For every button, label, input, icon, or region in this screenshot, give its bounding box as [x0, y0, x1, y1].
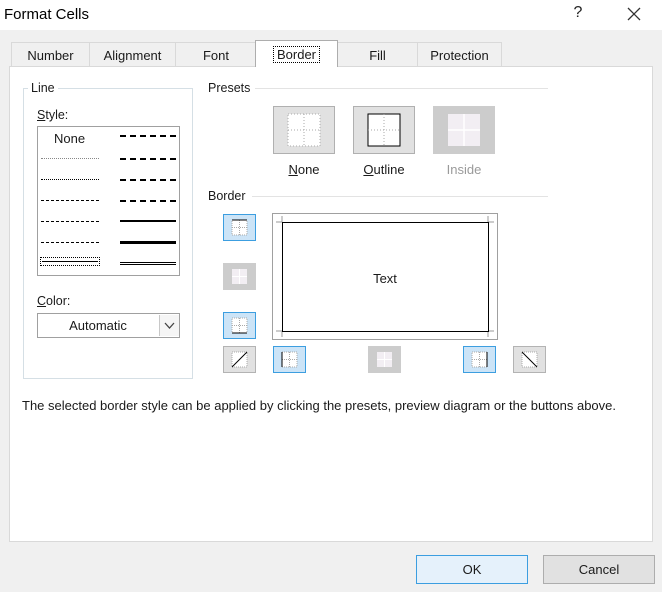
tab-border-label: Border	[272, 46, 321, 63]
line-style-thick[interactable]	[120, 241, 176, 244]
tab-protection[interactable]: Protection	[417, 42, 502, 66]
color-label: Color:	[37, 294, 70, 308]
tab-font-label: Font	[202, 48, 229, 63]
preset-none-text: one	[297, 162, 320, 177]
tab-number-label: Number	[27, 48, 74, 63]
preset-inside-icon	[448, 114, 480, 146]
border-left-button[interactable]	[273, 346, 306, 373]
dialog-title: Format Cells	[4, 6, 90, 23]
preset-none-label: None	[264, 162, 344, 177]
tab-number[interactable]: Number	[11, 42, 90, 66]
border-diagonal-up-button[interactable]	[223, 346, 256, 373]
border-inside-vertical-icon	[377, 352, 392, 367]
tab-border[interactable]: Border	[255, 40, 338, 67]
line-style-medium-dash-dot[interactable]	[120, 179, 176, 181]
diagonal-down-icon	[521, 351, 538, 368]
border-inside-horizontal-button[interactable]	[223, 263, 256, 290]
border-group-label: Border	[208, 189, 246, 203]
line-style-double[interactable]	[120, 262, 176, 265]
style-label: Style:	[37, 108, 68, 122]
preset-inside-label: Inside	[446, 162, 482, 177]
tab-alignment-label: Alignment	[103, 48, 162, 63]
line-group-label: Line	[28, 81, 58, 95]
preset-outline-label: Outline	[344, 162, 424, 177]
color-select[interactable]: Automatic	[37, 313, 180, 338]
line-style-dotted[interactable]	[41, 179, 99, 180]
border-preview[interactable]: Text	[272, 213, 498, 340]
preset-outline-icon	[367, 113, 401, 147]
chevron-down-icon	[164, 322, 175, 329]
line-style-thin-selected[interactable]	[40, 257, 100, 266]
border-diagonal-down-button[interactable]	[513, 346, 546, 373]
ok-button[interactable]: OK	[416, 555, 528, 584]
border-top-button[interactable]	[223, 214, 256, 241]
line-style-dash-dot[interactable]	[41, 221, 99, 222]
color-label-text: olor:	[46, 294, 71, 308]
preset-none-button[interactable]	[273, 106, 335, 154]
color-dropdown-button[interactable]	[159, 315, 179, 336]
presets-group-label: Presets	[208, 81, 251, 95]
preset-none-accel: N	[288, 162, 298, 177]
title-bar	[0, 0, 662, 30]
line-style-medium[interactable]	[120, 220, 176, 222]
tab-protection-label: Protection	[430, 48, 489, 63]
preset-inside-button[interactable]	[433, 106, 495, 154]
border-right-icon	[471, 351, 488, 368]
color-label-accel: C	[37, 294, 47, 308]
line-style-slanted-dash-dot[interactable]	[120, 158, 176, 160]
line-style-medium-dash-dot-dot[interactable]	[120, 135, 176, 137]
border-top-icon	[231, 219, 248, 236]
close-icon	[627, 7, 641, 21]
presets-separator	[255, 88, 548, 89]
preset-outline-accel: O	[363, 162, 374, 177]
cancel-button[interactable]: Cancel	[543, 555, 655, 584]
help-button[interactable]: ?	[568, 4, 588, 22]
preview-text: Text	[373, 271, 397, 286]
line-style-none[interactable]: None	[54, 131, 85, 146]
line-style-list[interactable]: None	[37, 126, 180, 276]
style-label-text: tyle:	[45, 108, 69, 122]
border-inside-vertical-button[interactable]	[368, 346, 401, 373]
border-inside-horizontal-icon	[232, 269, 247, 284]
tab-font[interactable]: Font	[175, 42, 257, 66]
preset-outline-button[interactable]	[353, 106, 415, 154]
border-left-icon	[281, 351, 298, 368]
hint-text: The selected border style can be applied…	[22, 398, 617, 413]
line-style-medium-dashed[interactable]	[120, 200, 176, 202]
preset-outline-text: utline	[373, 162, 405, 177]
color-select-value: Automatic	[69, 318, 127, 333]
border-separator	[252, 196, 548, 197]
diagonal-up-icon	[231, 351, 248, 368]
border-bottom-button[interactable]	[223, 312, 256, 339]
tab-fill[interactable]: Fill	[337, 42, 418, 66]
line-style-dash-dot-dot[interactable]	[41, 200, 99, 201]
close-button[interactable]	[626, 6, 642, 22]
line-style-dashed[interactable]	[41, 242, 99, 243]
tab-alignment[interactable]: Alignment	[89, 42, 176, 66]
line-style-hair[interactable]	[41, 158, 99, 159]
border-right-button[interactable]	[463, 346, 496, 373]
tab-fill-label: Fill	[369, 48, 386, 63]
preset-none-icon	[287, 113, 321, 147]
border-bottom-icon	[231, 317, 248, 334]
line-style-thin	[42, 261, 98, 262]
